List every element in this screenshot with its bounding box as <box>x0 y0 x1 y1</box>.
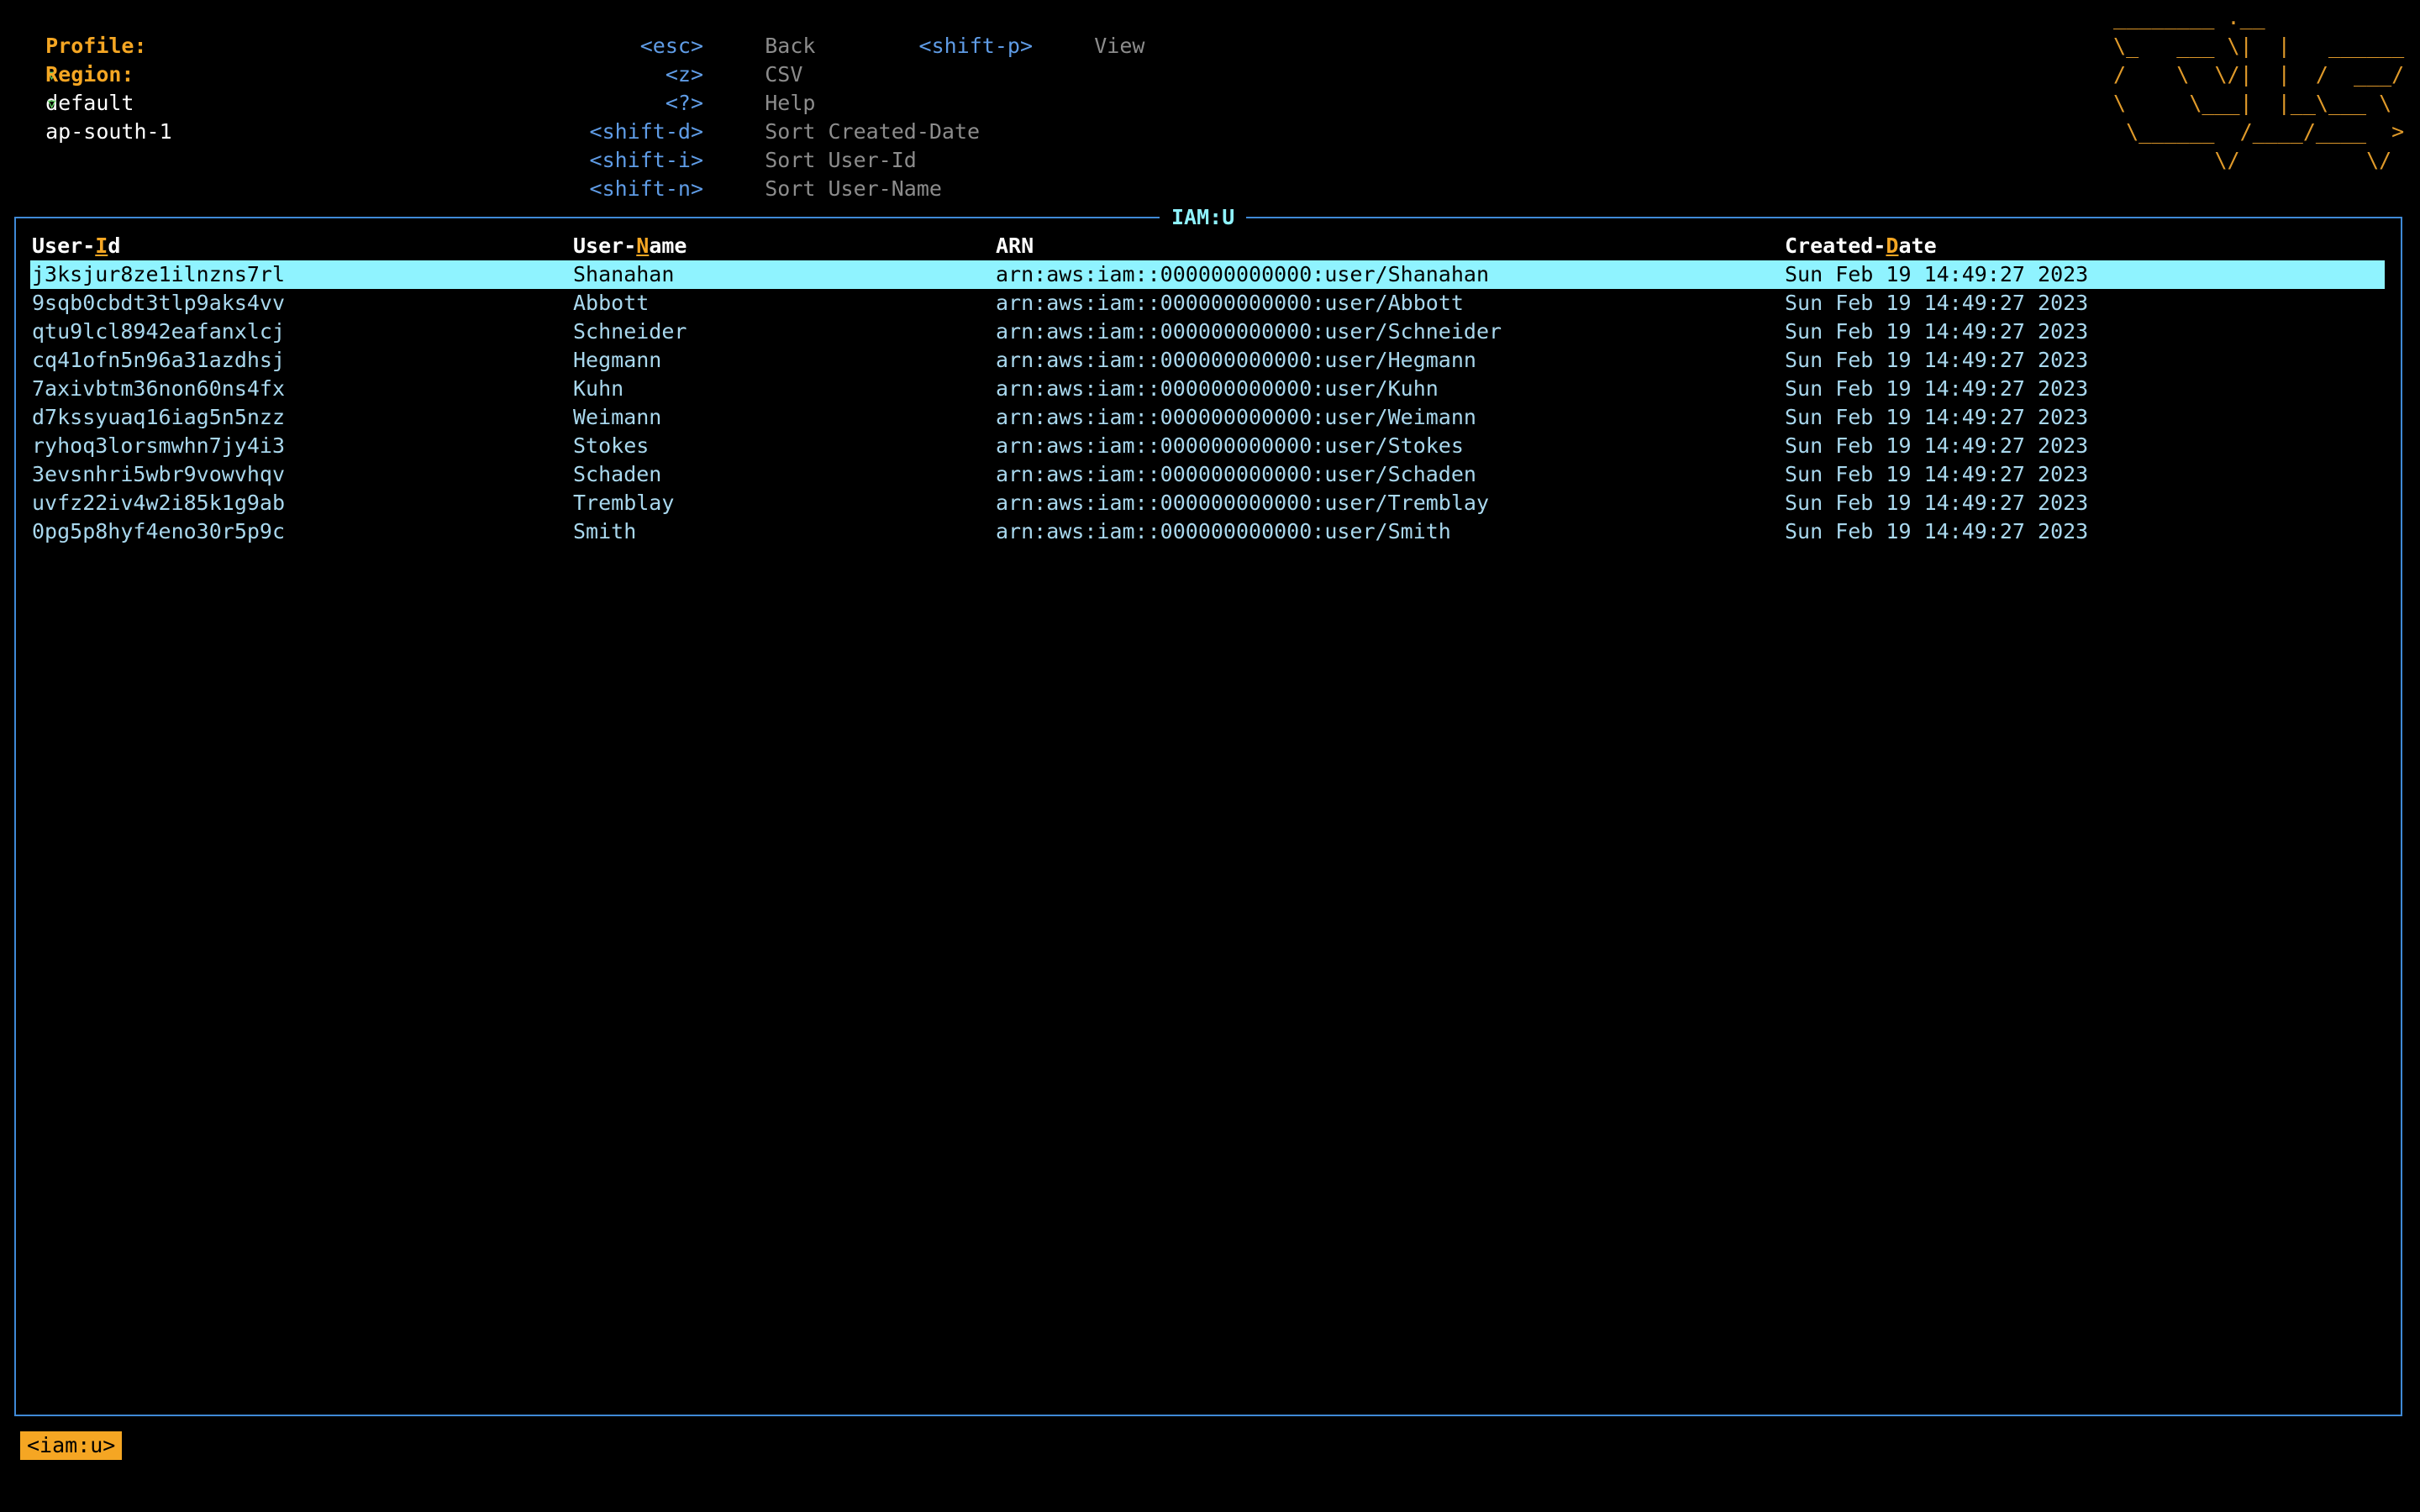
table-row[interactable]: 3evsnhri5wbr9vowvhqv Schaden arn:aws:iam… <box>30 460 2385 489</box>
table-row[interactable]: cq41ofn5n96a31azdhsj Hegmann arn:aws:iam… <box>30 346 2385 375</box>
column-header-user-name[interactable]: User-Name <box>573 232 687 260</box>
cell-created-date: Sun Feb 19 14:49:27 2023 <box>1785 348 2089 372</box>
cell-user-id: uvfz22iv4w2i85k1g9ab <box>32 491 286 515</box>
cell-user-id: d7kssyuaq16iag5n5nzz <box>32 405 286 429</box>
cell-created-date: Sun Feb 19 14:49:27 2023 <box>1785 291 2089 315</box>
cell-user-name: Weimann <box>573 405 662 429</box>
cell-created-date: Sun Feb 19 14:49:27 2023 <box>1785 491 2089 515</box>
cell-user-id: 9sqb0cbdt3tlp9aks4vv <box>32 291 286 315</box>
table-row[interactable]: 0pg5p8hyf4eno30r5p9c Smith arn:aws:iam::… <box>30 517 2385 546</box>
cell-created-date: Sun Feb 19 14:49:27 2023 <box>1785 319 2089 344</box>
cell-user-id: 0pg5p8hyf4eno30r5p9c <box>32 519 286 543</box>
cell-user-name: Smith <box>573 519 637 543</box>
table-row[interactable]: ryhoq3lorsmwhn7jy4i3 Stokes arn:aws:iam:… <box>30 432 2385 460</box>
hotkey-letter: N <box>636 234 650 258</box>
cell-arn: arn:aws:iam::000000000000:user/Shanahan <box>996 262 1489 286</box>
cell-user-name: Stokes <box>573 433 650 458</box>
k9s-logo: ________ .__ \_ ___ \| | ______ / \ \/| … <box>2113 5 2405 172</box>
cell-created-date: Sun Feb 19 14:49:27 2023 <box>1785 262 2089 286</box>
cell-user-name: Hegmann <box>573 348 662 372</box>
cell-created-date: Sun Feb 19 14:49:27 2023 <box>1785 405 2089 429</box>
table-row[interactable]: uvfz22iv4w2i85k1g9ab Tremblay arn:aws:ia… <box>30 489 2385 517</box>
hotkey-letter: I <box>95 234 108 258</box>
table-row[interactable]: 9sqb0cbdt3tlp9aks4vv Abbott arn:aws:iam:… <box>30 289 2385 318</box>
table-title: IAM:U <box>1160 203 1247 232</box>
cell-created-date: Sun Feb 19 14:49:27 2023 <box>1785 433 2089 458</box>
cell-user-name: Schaden <box>573 462 662 486</box>
table-row[interactable]: d7kssyuaq16iag5n5nzz Weimann arn:aws:iam… <box>30 403 2385 432</box>
shortcut-desc-view: View <box>1094 34 1145 58</box>
hotkey-letter: D <box>1886 234 1899 258</box>
cell-user-name: Tremblay <box>573 491 675 515</box>
column-header-arn[interactable]: ARN <box>996 232 1034 260</box>
cell-user-id: j3ksjur8ze1ilnzns7rl <box>32 262 286 286</box>
cell-arn: arn:aws:iam::000000000000:user/Hegmann <box>996 348 1476 372</box>
column-header-user-id[interactable]: User-Id <box>32 232 120 260</box>
cell-arn: arn:aws:iam::000000000000:user/Weimann <box>996 405 1476 429</box>
table-row[interactable]: j3ksjur8ze1ilnzns7rl Shanahan arn:aws:ia… <box>30 260 2385 289</box>
table-row[interactable]: 7axivbtm36non60ns4fx Kuhn arn:aws:iam::0… <box>30 375 2385 403</box>
cell-arn: arn:aws:iam::000000000000:user/Kuhn <box>996 376 1439 401</box>
cell-arn: arn:aws:iam::000000000000:user/Smith <box>996 519 1451 543</box>
cell-arn: arn:aws:iam::000000000000:user/Tremblay <box>996 491 1489 515</box>
cell-created-date: Sun Feb 19 14:49:27 2023 <box>1785 376 2089 401</box>
cell-user-name: Abbott <box>573 291 650 315</box>
cell-user-id: ryhoq3lorsmwhn7jy4i3 <box>32 433 286 458</box>
cell-user-name: Shanahan <box>573 262 675 286</box>
shortcut-key: <shift-p> <box>918 34 1033 58</box>
cell-arn: arn:aws:iam::000000000000:user/Abbott <box>996 291 1464 315</box>
cell-user-id: qtu9lcl8942eafanxlcj <box>32 319 286 344</box>
table-row[interactable]: qtu9lcl8942eafanxlcj Schneider arn:aws:i… <box>30 318 2385 346</box>
cell-user-name: Kuhn <box>573 376 624 401</box>
cell-user-id: 7axivbtm36non60ns4fx <box>32 376 286 401</box>
cell-arn: arn:aws:iam::000000000000:user/Schneider <box>996 319 1502 344</box>
cell-arn: arn:aws:iam::000000000000:user/Schaden <box>996 462 1476 486</box>
cell-created-date: Sun Feb 19 14:49:27 2023 <box>1785 462 2089 486</box>
breadcrumb[interactable]: <iam:u> <box>20 1431 123 1460</box>
column-header-created-date[interactable]: Created-Date <box>1785 232 1937 260</box>
cell-arn: arn:aws:iam::000000000000:user/Stokes <box>996 433 1464 458</box>
cell-user-id: cq41ofn5n96a31azdhsj <box>32 348 286 372</box>
shortcut-key-shift-p[interactable]: <shift-p> <box>0 3 1033 89</box>
shortcut-key: <shift-n> <box>589 176 703 201</box>
cell-created-date: Sun Feb 19 14:49:27 2023 <box>1785 519 2089 543</box>
cell-user-id: 3evsnhri5wbr9vowvhqv <box>32 462 286 486</box>
cell-user-name: Schneider <box>573 319 687 344</box>
